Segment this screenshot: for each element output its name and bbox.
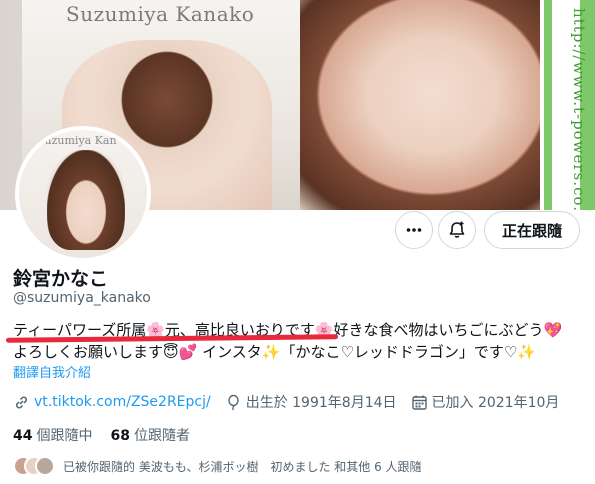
followers-stat[interactable]: 68 位跟隨者 bbox=[110, 425, 189, 445]
banner-name-text: Suzumiya Kanako bbox=[66, 2, 255, 26]
followers-count: 68 bbox=[110, 428, 130, 444]
following-button[interactable]: 正在跟隨 bbox=[484, 211, 580, 249]
website-link[interactable]: vt.tiktok.com/ZSe2REpcj/ bbox=[34, 394, 211, 410]
known-followers-avatars bbox=[13, 456, 59, 476]
more-horizontal-icon bbox=[406, 228, 422, 232]
avatar-name-text: Suzumiya Kan bbox=[37, 134, 117, 147]
website-item: vt.tiktok.com/ZSe2REpcj/ bbox=[13, 394, 211, 411]
follow-stats: 44 個跟隨中 68 位跟隨者 bbox=[13, 425, 208, 445]
following-stat[interactable]: 44 個跟隨中 bbox=[13, 425, 92, 445]
birthday-item: 出生於 1991年8月14日 bbox=[225, 392, 397, 412]
calendar-icon bbox=[411, 395, 427, 410]
joined-text: 已加入 2021年10月 bbox=[431, 395, 560, 411]
avatar-image: Suzumiya Kan bbox=[19, 130, 147, 258]
following-label: 個跟隨中 bbox=[36, 428, 93, 444]
balloon-icon bbox=[228, 394, 239, 410]
profile-meta: vt.tiktok.com/ZSe2REpcj/ 出生於 1991年8月14日 … bbox=[13, 392, 588, 412]
avatar-photo bbox=[47, 150, 125, 250]
joined-item: 已加入 2021年10月 bbox=[411, 392, 560, 412]
avatar[interactable]: Suzumiya Kan bbox=[15, 126, 151, 262]
known-followers[interactable]: 已被你跟隨的 美波もも、杉浦ボッ樹 初めました 和其他 6 人跟隨 bbox=[13, 456, 422, 476]
banner-photo-right bbox=[300, 0, 540, 210]
banner-url-text: http://www.t-powers.co.jp bbox=[570, 8, 588, 210]
notify-button[interactable] bbox=[438, 211, 476, 249]
birthday-text: 出生於 1991年8月14日 bbox=[245, 395, 397, 411]
more-button[interactable] bbox=[395, 211, 433, 249]
following-count: 44 bbox=[13, 428, 33, 444]
link-icon bbox=[15, 395, 28, 409]
bio-line-2: よろしくお願いします😇💕 インスタ✨「かなこ♡レッドドラゴン」です♡✨ bbox=[13, 343, 537, 361]
follower-avatar bbox=[35, 456, 55, 476]
bell-plus-icon bbox=[449, 221, 465, 238]
translate-bio-link[interactable]: 翻譯自我介紹 bbox=[13, 362, 91, 381]
display-name: 鈴宮かなこ bbox=[13, 268, 109, 290]
followers-label: 位跟隨者 bbox=[133, 428, 190, 444]
known-followers-text: 已被你跟隨的 美波もも、杉浦ボッ樹 初めました 和其他 6 人跟隨 bbox=[63, 459, 422, 474]
handle: @suzumiya_kanako bbox=[13, 290, 151, 306]
